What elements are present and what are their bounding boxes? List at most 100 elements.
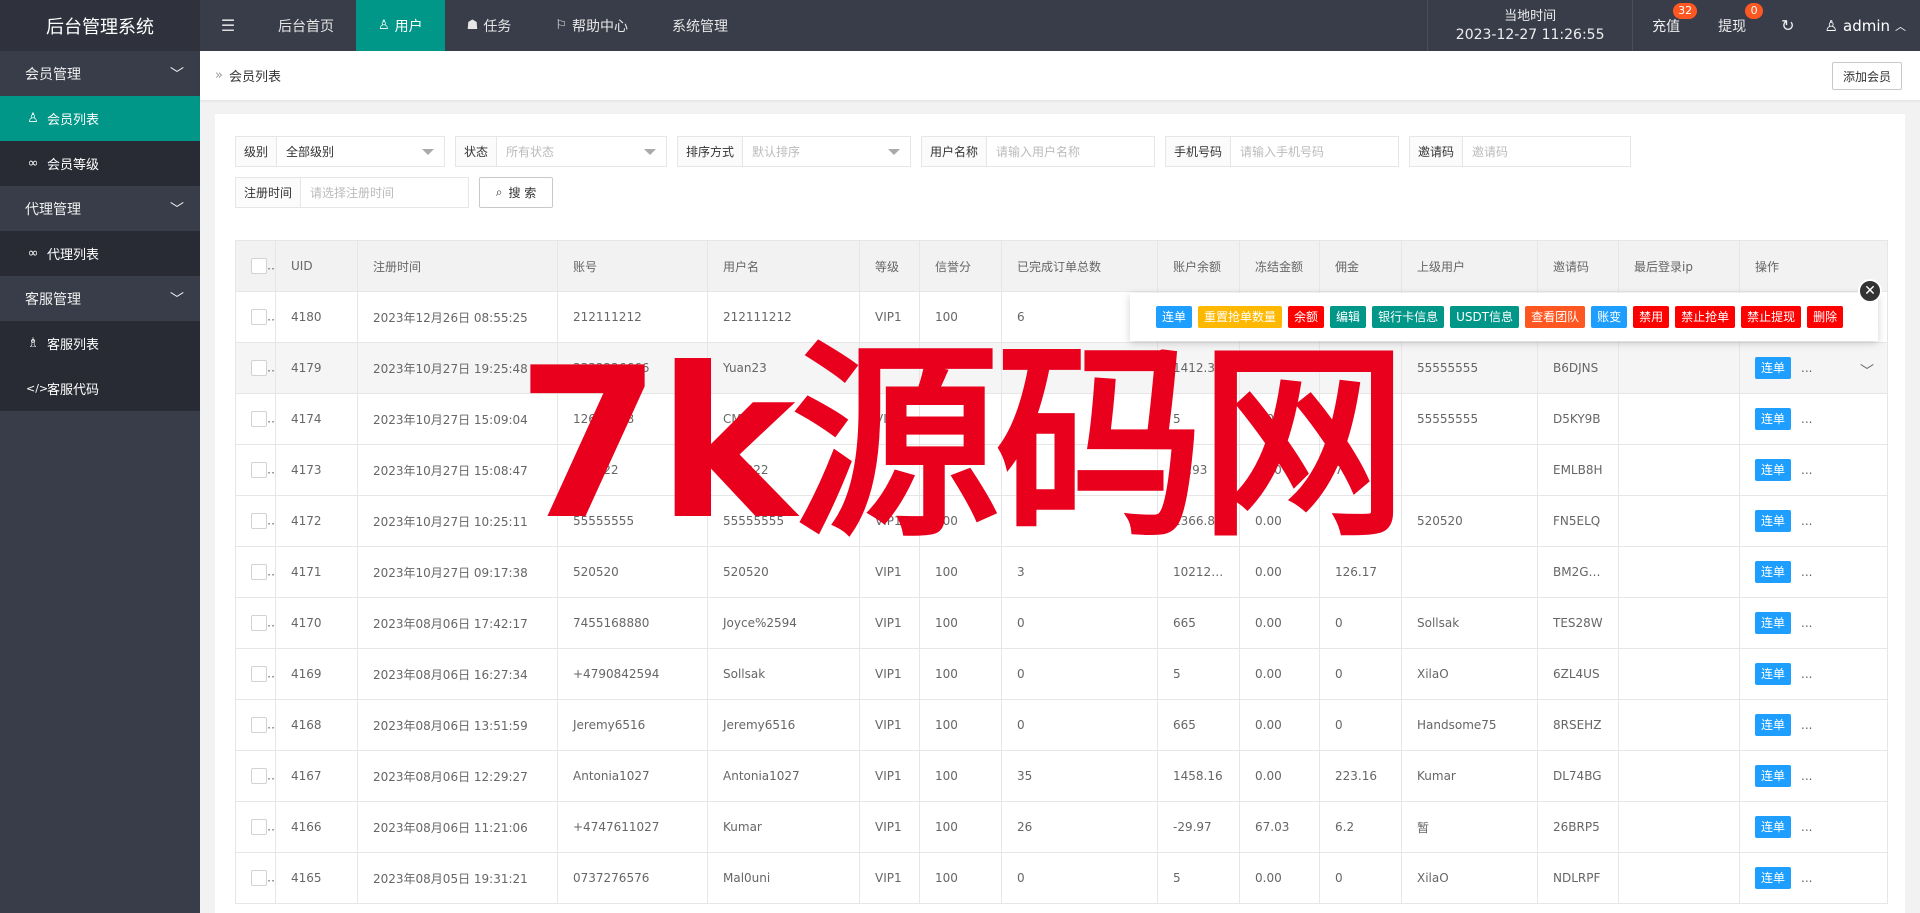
table-row[interactable]: 4167 2023年08月06日 12:29:27 Antonia1027 Anton… — [235, 750, 1888, 802]
more-icon[interactable]: ... — [1801, 667, 1812, 681]
row-checkbox[interactable] — [251, 360, 267, 376]
sidebar-item-label: 会员列表 — [47, 113, 100, 128]
table-cell — [1319, 342, 1402, 394]
popup-action-button[interactable]: 删除 — [1807, 306, 1844, 328]
link-order-button[interactable]: 连单 — [1755, 510, 1792, 532]
sidebar-group-agent[interactable]: 代理管理 ﹀ — [0, 186, 200, 231]
row-checkbox[interactable] — [251, 513, 267, 529]
more-icon[interactable]: ... — [1801, 514, 1812, 528]
link-order-button[interactable]: 连单 — [1755, 459, 1792, 481]
link-order-button[interactable]: 连单 — [1755, 714, 1792, 736]
table-cell: Jeremy6516 — [557, 699, 708, 751]
top-header: 后台管理系统 ☰ 后台首页 ♙ 用户 ☗ 任务 ⚐ 帮助中心 系统管理 当地时间… — [0, 0, 1920, 51]
sidebar-item-service-list[interactable]: ♗ 客服列表 — [0, 321, 200, 366]
table-row[interactable]: 4173 2023年10月27日 15:08:47 poh222 poh222 4 12.… — [235, 444, 1888, 496]
popup-action-button[interactable]: 禁止抢单 — [1675, 306, 1736, 328]
menu-toggle-icon[interactable]: ☰ — [200, 0, 256, 51]
row-checkbox[interactable] — [251, 564, 267, 580]
row-checkbox[interactable] — [251, 870, 267, 886]
regtime-input[interactable]: 请选择注册时间 — [301, 178, 468, 207]
table-row[interactable]: 4174 2023年10月27日 15:09:04 12648518 CM VIP1 5 0… — [235, 393, 1888, 445]
link-order-button[interactable]: 连单 — [1755, 612, 1792, 634]
table-row[interactable]: 4165 2023年08月05日 19:31:21 0737276576 Mal0un… — [235, 852, 1888, 904]
table-row[interactable]: 4179 2023年10月27日 19:25:48 3332226666 Yuan23… — [235, 342, 1888, 394]
phone-input[interactable]: 请输入手机号码 — [1231, 137, 1398, 166]
row-checkbox[interactable] — [251, 615, 267, 631]
filter-phone[interactable]: 手机号码 请输入手机号码 — [1165, 136, 1399, 167]
more-icon[interactable]: ... — [1801, 616, 1812, 630]
chevron-down-icon[interactable]: ﹀ — [1860, 361, 1874, 381]
user-menu[interactable]: ♙ admin ︿ — [1811, 0, 1920, 51]
more-icon[interactable]: ... — [1801, 718, 1812, 732]
popup-action-button[interactable]: 重置抢单数量 — [1198, 306, 1283, 328]
more-icon[interactable]: ... — [1801, 820, 1812, 834]
table-row[interactable]: 4168 2023年08月06日 13:51:59 Jeremy6516 Jeremy… — [235, 699, 1888, 751]
more-icon[interactable]: ... — [1801, 361, 1812, 375]
close-icon[interactable]: ✕ — [1858, 279, 1882, 303]
invite-input[interactable]: 邀请码 — [1463, 137, 1630, 166]
table-row[interactable]: 4166 2023年08月06日 11:21:06 +4747611027 Kumar… — [235, 801, 1888, 853]
sidebar-group-service[interactable]: 客服管理 ﹀ — [0, 276, 200, 321]
row-checkbox[interactable] — [251, 666, 267, 682]
nav-help[interactable]: ⚐ 帮助中心 — [533, 0, 650, 51]
popup-action-button[interactable]: 余额 — [1288, 306, 1325, 328]
popup-action-button[interactable]: 禁止提现 — [1741, 306, 1802, 328]
filter-invite[interactable]: 邀请码 邀请码 — [1409, 136, 1631, 167]
row-checkbox[interactable] — [251, 309, 267, 325]
link-order-button[interactable]: 连单 — [1755, 867, 1792, 889]
more-icon[interactable]: ... — [1801, 412, 1812, 426]
popup-action-button[interactable]: 银行卡信息 — [1372, 306, 1445, 328]
search-button[interactable]: ⌕ 搜 索 — [479, 177, 553, 208]
status-select[interactable]: 所有状态 — [497, 137, 666, 166]
sidebar-item-service-code[interactable]: </> 客服代码 — [0, 366, 200, 411]
withdraw-button[interactable]: 提现 0 — [1699, 0, 1765, 51]
popup-action-button[interactable]: 连单 — [1156, 306, 1193, 328]
more-icon[interactable]: ... — [1801, 871, 1812, 885]
sidebar-item-agent-list[interactable]: ∞ 代理列表 — [0, 231, 200, 276]
popup-action-button[interactable]: 账变 — [1591, 306, 1628, 328]
table-row[interactable]: 4172 2023年10月27日 10:25:11 55555555 55555555… — [235, 495, 1888, 547]
row-checkbox[interactable] — [251, 819, 267, 835]
sort-select[interactable]: 默认排序 — [743, 137, 910, 166]
table-row[interactable]: 4171 2023年10月27日 09:17:38 520520 520520 VIP1… — [235, 546, 1888, 598]
link-order-button[interactable]: 连单 — [1755, 408, 1792, 430]
link-order-button[interactable]: 连单 — [1755, 663, 1792, 685]
popup-action-button[interactable]: 编辑 — [1330, 306, 1367, 328]
link-order-button[interactable]: 连单 — [1755, 357, 1792, 379]
link-order-button[interactable]: 连单 — [1755, 561, 1792, 583]
nav-home[interactable]: 后台首页 — [256, 0, 356, 51]
more-icon[interactable]: ... — [1801, 463, 1812, 477]
add-member-button[interactable]: 添加会员 — [1831, 62, 1902, 90]
filter-level[interactable]: 级别 全部级别 — [235, 136, 445, 167]
nav-tasks[interactable]: ☗ 任务 — [445, 0, 534, 51]
table-row[interactable]: 4169 2023年08月06日 16:27:34 +4790842594 Solls… — [235, 648, 1888, 700]
select-all-checkbox[interactable] — [251, 258, 267, 274]
more-icon[interactable]: ... — [1801, 565, 1812, 579]
search-icon: ⌕ — [495, 185, 503, 199]
row-checkbox[interactable] — [251, 768, 267, 784]
filter-sort[interactable]: 排序方式 默认排序 — [677, 136, 911, 167]
recharge-button[interactable]: 充值 32 — [1633, 0, 1699, 51]
nav-system[interactable]: 系统管理 — [650, 0, 750, 51]
row-checkbox[interactable] — [251, 717, 267, 733]
popup-action-button[interactable]: 查看团队 — [1525, 306, 1586, 328]
popup-action-button[interactable]: USDT信息 — [1450, 306, 1520, 328]
link-order-button[interactable]: 连单 — [1755, 765, 1792, 787]
app-logo[interactable]: 后台管理系统 — [0, 0, 200, 51]
filter-status[interactable]: 状态 所有状态 — [455, 136, 667, 167]
filter-regtime[interactable]: 注册时间 请选择注册时间 — [235, 177, 469, 208]
row-checkbox[interactable] — [251, 462, 267, 478]
nav-users[interactable]: ♙ 用户 — [356, 0, 445, 51]
link-order-button[interactable]: 连单 — [1755, 816, 1792, 838]
username-input[interactable]: 请输入用户名称 — [987, 137, 1154, 166]
table-row[interactable]: 4170 2023年08月06日 17:42:17 7455168880 Joyce%… — [235, 597, 1888, 649]
sidebar-item-member-list[interactable]: ♙ 会员列表 — [0, 96, 200, 141]
popup-action-button[interactable]: 禁用 — [1633, 306, 1670, 328]
level-select[interactable]: 全部级别 — [277, 137, 444, 166]
row-checkbox[interactable] — [251, 411, 267, 427]
sidebar-item-member-level[interactable]: ∞ 会员等级 — [0, 141, 200, 186]
refresh-icon[interactable]: ↻ — [1765, 0, 1810, 51]
more-icon[interactable]: ... — [1801, 769, 1812, 783]
filter-username[interactable]: 用户名称 请输入用户名称 — [921, 136, 1155, 167]
sidebar-group-member[interactable]: 会员管理 ﹀ — [0, 51, 200, 96]
